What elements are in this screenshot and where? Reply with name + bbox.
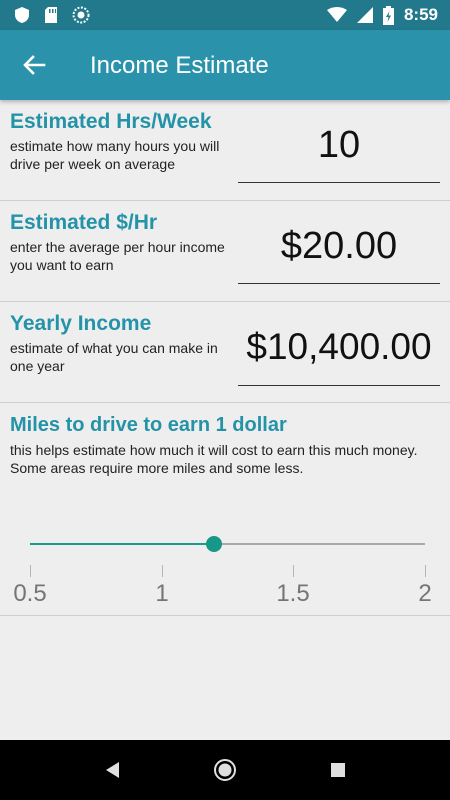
hours-description: estimate how many hours you will drive p… <box>10 138 220 172</box>
home-circle-icon <box>214 759 236 781</box>
slider-tick-label: 2 <box>418 580 432 607</box>
shield-icon <box>15 7 29 23</box>
miles-description: this helps estimate how much it will cos… <box>10 442 418 476</box>
yearly-section: Yearly Income estimate of what you can m… <box>0 302 450 403</box>
nav-recents-button[interactable] <box>326 758 350 782</box>
yearly-description: estimate of what you can make in one yea… <box>10 340 218 374</box>
back-triangle-icon <box>106 762 119 778</box>
arrow-back-icon <box>23 55 46 75</box>
yearly-income-value: $10,400.00 <box>238 324 440 386</box>
slider-tick-label: 1 <box>155 580 169 607</box>
hours-title: Estimated Hrs/Week <box>10 110 212 133</box>
hours-input[interactable]: 10 <box>238 122 440 183</box>
slider-tick <box>29 565 31 577</box>
cell-signal-icon <box>356 7 373 23</box>
hours-section: Estimated Hrs/Week estimate how many hou… <box>0 100 450 201</box>
status-bar: 8:59 <box>0 0 450 30</box>
slider-tick <box>292 565 294 577</box>
miles-section: Miles to drive to earn 1 dollar this hel… <box>0 403 450 616</box>
miles-title: Miles to drive to earn 1 dollar <box>10 414 287 436</box>
yearly-title: Yearly Income <box>10 312 152 335</box>
rate-section: Estimated $/Hr enter the average per hou… <box>0 201 450 302</box>
slider-tick-label: 1.5 <box>276 580 310 607</box>
miles-slider[interactable] <box>30 536 425 552</box>
sync-icon <box>72 6 90 24</box>
back-button[interactable] <box>18 50 50 80</box>
page-title: Income Estimate <box>90 52 269 79</box>
recents-square-icon <box>331 763 345 777</box>
nav-home-button[interactable] <box>213 758 237 782</box>
status-time: 8:59 <box>403 5 438 24</box>
slider-thumb[interactable] <box>206 536 223 552</box>
slider-tick <box>161 565 163 577</box>
nav-back-button[interactable] <box>101 758 125 782</box>
rate-description: enter the average per hour income you wa… <box>10 239 225 273</box>
battery-charging-icon <box>382 5 394 25</box>
rate-title: Estimated $/Hr <box>10 211 158 234</box>
navigation-bar <box>0 740 450 800</box>
slider-track-fill <box>30 543 215 545</box>
slider-tick <box>424 565 426 577</box>
rate-input[interactable]: $20.00 <box>238 223 440 284</box>
slider-tick-label: 0.5 <box>13 580 47 607</box>
wifi-icon <box>326 7 347 22</box>
app-bar: Income Estimate <box>0 30 450 100</box>
sd-card-icon <box>45 7 57 23</box>
